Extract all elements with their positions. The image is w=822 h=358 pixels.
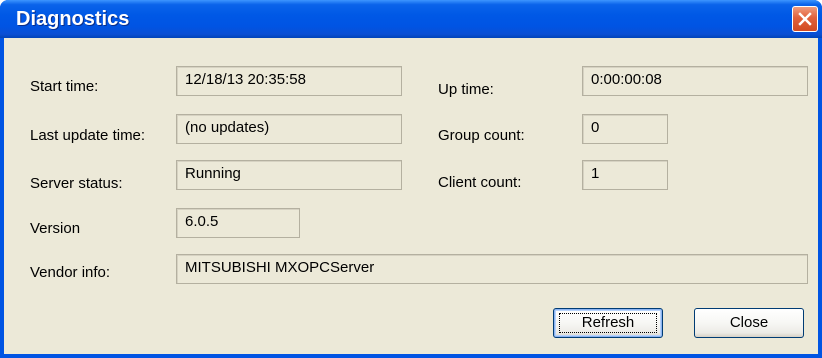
title-bar[interactable]: Diagnostics bbox=[0, 0, 822, 38]
version-field: 6.0.5 bbox=[176, 208, 300, 238]
start-time-label: Start time: bbox=[30, 78, 99, 95]
up-time-label: Up time: bbox=[438, 81, 494, 98]
refresh-button[interactable]: Refresh bbox=[553, 308, 663, 338]
server-status-label: Server status: bbox=[30, 175, 123, 192]
close-button-label: Close bbox=[729, 314, 769, 331]
diagnostics-window: Diagnostics Start time: 12/18/13 20:35:5… bbox=[0, 0, 822, 358]
vendor-info-label: Vendor info: bbox=[30, 264, 111, 281]
last-update-time-label: Last update time: bbox=[30, 127, 146, 144]
last-update-time-field: (no updates) bbox=[176, 114, 402, 144]
client-count-label: Client count: bbox=[438, 174, 522, 191]
dialog-body: Start time: 12/18/13 20:35:58 Last updat… bbox=[4, 38, 818, 354]
start-time-field: 12/18/13 20:35:58 bbox=[176, 66, 402, 96]
window-title: Diagnostics bbox=[16, 8, 130, 30]
refresh-button-label: Refresh bbox=[581, 314, 635, 331]
group-count-label: Group count: bbox=[438, 127, 525, 144]
close-button[interactable]: Close bbox=[694, 308, 804, 338]
vendor-info-field: MITSUBISHI MXOPCServer bbox=[176, 254, 808, 284]
version-label: Version bbox=[30, 220, 81, 237]
window-close-button[interactable] bbox=[792, 6, 818, 32]
client-count-field: 1 bbox=[582, 160, 668, 190]
close-icon bbox=[798, 12, 812, 26]
up-time-field: 0:00:00:08 bbox=[582, 66, 808, 96]
server-status-field: Running bbox=[176, 160, 402, 190]
group-count-field: 0 bbox=[582, 114, 668, 144]
